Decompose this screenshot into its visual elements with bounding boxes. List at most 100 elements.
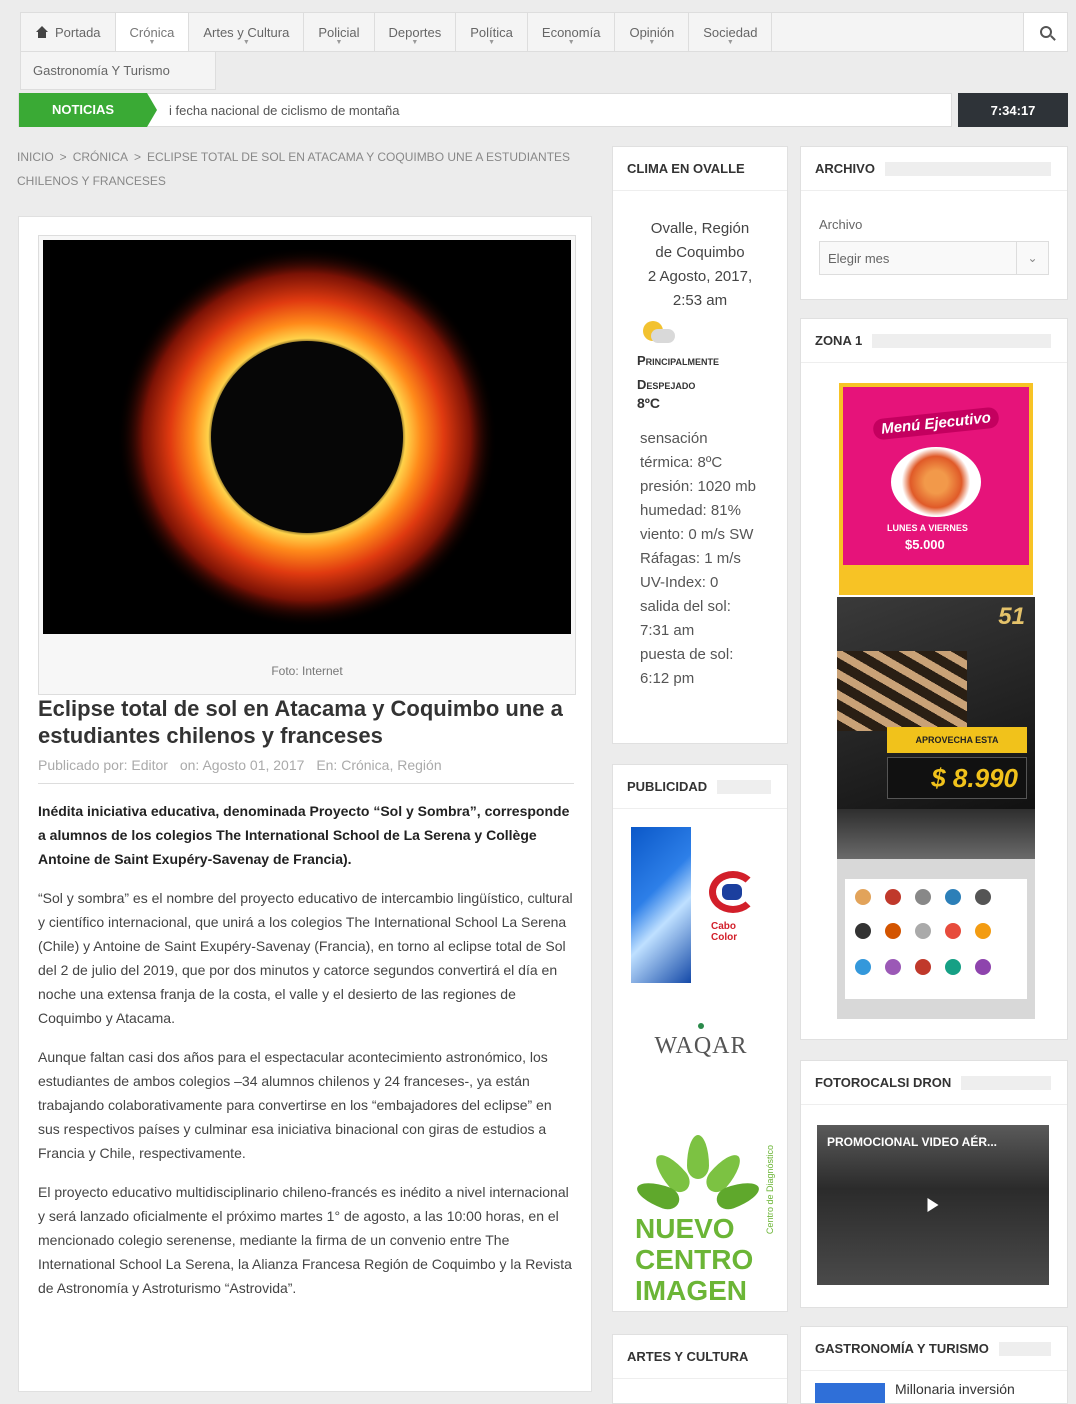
chevron-down-icon: ▼	[726, 39, 734, 46]
article-paragraph: El proyecto educativo multidisciplinario…	[38, 1184, 572, 1296]
article-paragraph: “Sol y sombra” es el nombre del proyecto…	[38, 890, 573, 1026]
meta-author[interactable]: Publicado por: Editor	[38, 757, 168, 773]
cabo-logo-icon	[709, 871, 757, 913]
weather-details: sensación térmica: 8ºC presión: 1020 mb …	[640, 427, 785, 691]
ad-menu-ejecutivo[interactable]: Menú Ejecutivo LUNES A VIERNES $5.000	[839, 383, 1033, 595]
archive-month-select[interactable]: Elegir mes ⌄	[819, 241, 1049, 275]
ad-promo-text: APROVECHA ESTA PROMOCIÓN	[887, 727, 1027, 771]
weather-time-line: 2:53 am	[672, 292, 728, 309]
post-thumbnail[interactable]	[815, 1383, 885, 1403]
sponsor-logos	[845, 879, 1027, 999]
ad-sponsors[interactable]	[837, 809, 1035, 1019]
ad-headline: Menú Ejecutivo	[872, 406, 1000, 441]
widget-title-text: CLIMA EN OVALLE	[627, 161, 745, 176]
play-icon[interactable]	[927, 1198, 939, 1212]
partly-cloudy-icon	[643, 321, 677, 345]
nav-label: Economía	[541, 24, 601, 40]
post-link[interactable]: Millonaria inversión	[895, 1381, 1015, 1397]
chevron-down-icon: ▼	[148, 39, 156, 46]
ad-nuevo-centro-imagen[interactable]: NUEVO CENTRO IMAGEN Centro de Diagnóstic…	[631, 1135, 781, 1306]
nav-item-policial[interactable]: Policial ▼	[304, 13, 375, 51]
video-player[interactable]: PROMOCIONAL VIDEO AÉR...	[817, 1125, 1049, 1285]
meta-date: on: Agosto 01, 2017	[179, 757, 305, 773]
chevron-down-icon: ⌄	[1016, 242, 1048, 274]
weather-detail: Ráfagas: 1 m/s	[640, 550, 741, 567]
weather-detail: presión: 1020 mb	[640, 478, 756, 495]
zona-widget: ZONA 1 Menú Ejecutivo LUNES A VIERNES $5…	[800, 318, 1068, 1040]
widget-title-text: ZONA 1	[815, 333, 863, 348]
chevron-down-icon: ▼	[567, 39, 575, 46]
nav-label: Sociedad	[703, 24, 758, 40]
article-paragraph: Aunque faltan casi dos años para el espe…	[38, 1049, 552, 1161]
ticker-headline[interactable]: i fecha nacional de ciclismo de montaña	[169, 103, 400, 118]
article-lead: Inédita iniciativa educativa, denominada…	[38, 803, 570, 867]
archive-widget: ARCHIVO Archivo Elegir mes ⌄	[800, 146, 1068, 300]
widget-title-text: FOTOROCALSI DRON	[815, 1075, 952, 1090]
ad-waqar[interactable]: WAQAR	[631, 1023, 771, 1103]
widget-title-text: ARCHIVO	[815, 161, 875, 176]
widget-title: ZONA 1	[801, 319, 1067, 363]
image-caption: Foto: Internet	[271, 664, 343, 678]
breadcrumb: INICIO > CRÓNICA > ECLIPSE TOTAL DE SOL EN A…	[17, 145, 597, 193]
weather-location-line: de Coquimbo	[655, 244, 745, 261]
news-ticker: NOTICIAS i fecha nacional de ciclismo de…	[18, 92, 952, 127]
ad-cabo-color[interactable]: Cabo Color	[631, 827, 757, 983]
nav-item-deportes[interactable]: Deportes ▼	[375, 13, 457, 51]
chevron-down-icon: ▼	[335, 39, 343, 46]
weather-temperature: 8ºC	[637, 395, 661, 411]
chevron-down-icon: ▼	[648, 39, 656, 46]
nav-label: Portada	[55, 24, 101, 40]
nav-item-cronica[interactable]: Crónica ▼	[115, 13, 190, 51]
main-nav: Portada Crónica ▼ Artes y Cultura ▼ Poli…	[20, 12, 1068, 52]
chevron-down-icon: ▼	[242, 39, 250, 46]
widget-title: ARCHIVO	[801, 147, 1067, 191]
nav-item-economia[interactable]: Economía ▼	[528, 13, 616, 51]
weather-detail: salida del sol:	[640, 598, 731, 615]
ticker-label: NOTICIAS	[19, 92, 157, 127]
widget-title: GASTRONOMÍA Y TURISMO	[801, 1327, 1067, 1371]
nav-item-politica[interactable]: Política ▼	[456, 13, 528, 51]
food-plate-icon	[891, 447, 981, 517]
nav-item-artes[interactable]: Artes y Cultura ▼	[189, 13, 305, 51]
breadcrumb-cronica[interactable]: CRÓNICA	[73, 150, 128, 164]
ad-price: $5.000	[905, 537, 945, 552]
ad-tagline: Centro de Diagnóstico	[765, 1145, 775, 1235]
nav-item-opinion[interactable]: Opinión ▼	[615, 13, 690, 51]
weather-date-line: 2 Agosto, 2017,	[647, 268, 753, 285]
search-icon	[1039, 26, 1052, 38]
chevron-down-icon: ▼	[488, 39, 496, 46]
nav-item-portada[interactable]: Portada	[21, 13, 116, 51]
breadcrumb-home[interactable]: INICIO	[17, 150, 54, 164]
meta-category[interactable]: En: Crónica, Región	[316, 757, 441, 773]
eclipse-image	[43, 240, 571, 634]
nav-item-sociedad[interactable]: Sociedad ▼	[689, 13, 773, 51]
ad-badge: 51	[998, 603, 1025, 630]
nav-label: Opinión	[629, 24, 675, 40]
home-icon	[35, 26, 49, 38]
nav-label: Gastronomía Y Turismo	[33, 63, 170, 78]
nav-item-gastronomia[interactable]: Gastronomía Y Turismo	[20, 52, 216, 90]
weather-detail: 7:31 am	[640, 622, 695, 639]
search-button[interactable]	[1023, 13, 1067, 51]
breadcrumb-separator-icon: >	[134, 150, 142, 164]
ad-brand: Cabo Color	[711, 921, 738, 943]
ad-promo-dark[interactable]: 51 APROVECHA ESTA PROMOCIÓN $ 8.990	[837, 597, 1035, 809]
nav-label: Artes y Cultura	[203, 24, 290, 40]
article-meta: Publicado por: Editor on: Agosto 01, 201…	[38, 757, 574, 784]
weather-location: Ovalle, Región de Coquimbo 2 Agosto, 201…	[613, 217, 787, 313]
clock: 7:34:17	[958, 93, 1068, 127]
nav-label: Política	[470, 24, 513, 40]
weather-detail: puesta de sol:	[640, 646, 734, 663]
gastronomia-widget: GASTRONOMÍA Y TURISMO Millonaria inversi…	[800, 1326, 1068, 1404]
nav-label: Crónica	[129, 24, 175, 40]
nav-label: Policial	[318, 24, 360, 40]
weather-widget: CLIMA EN OVALLE Ovalle, Región de Coquim…	[612, 146, 788, 744]
widget-title: FOTOROCALSI DRON	[801, 1061, 1067, 1105]
breadcrumb-separator-icon: >	[59, 150, 67, 164]
weather-detail: térmica: 8ºC	[640, 454, 723, 471]
video-title: PROMOCIONAL VIDEO AÉR...	[827, 1135, 998, 1149]
article-title: Eclipse total de sol en Atacama y Coquim…	[38, 696, 563, 748]
weather-detail: sensación	[640, 430, 708, 447]
ad-brand: WAQAR	[654, 1033, 748, 1059]
leaf-logo-icon	[633, 1135, 763, 1213]
